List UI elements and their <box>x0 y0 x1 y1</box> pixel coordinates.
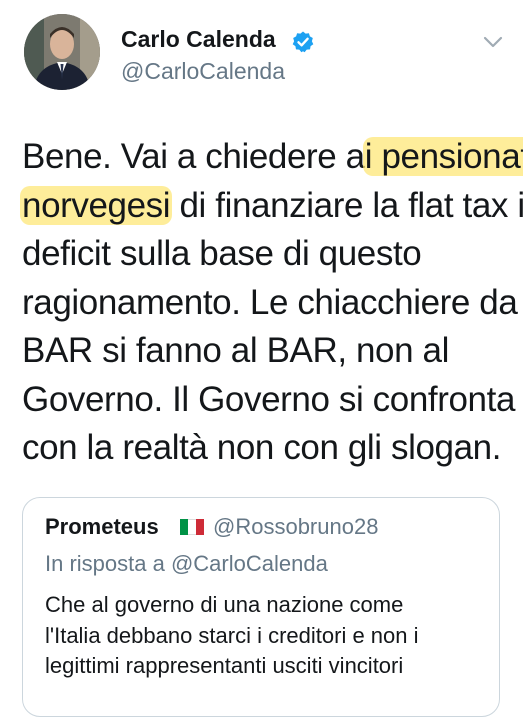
quoted-author-handle: @Rossobruno28 <box>213 514 379 539</box>
quoted-tweet[interactable]: Prometeus @Rossobruno28 In risposta a @C… <box>22 497 500 717</box>
avatar[interactable] <box>24 14 100 90</box>
tweet-text: Bene. Vai a chiedere ai pensionati norve… <box>20 133 523 473</box>
quoted-line: l'Italia debbano starci i creditori e no… <box>45 622 419 648</box>
verified-badge-icon <box>292 31 314 53</box>
quoted-tweet-text: Che al governo di una nazione come l'Ita… <box>45 590 485 682</box>
quoted-author-name: Prometeus <box>45 514 159 539</box>
highlighted-text: i pensionati <box>362 137 523 176</box>
avatar-photo <box>24 14 100 90</box>
tweet-line: BAR si fanno al BAR, non al <box>22 331 449 370</box>
tweet-header: Carlo Calenda @CarloCalenda <box>0 0 523 110</box>
tweet-line: deficit sulla base di questo <box>22 234 422 273</box>
chevron-down-icon[interactable] <box>482 34 504 50</box>
highlighted-text: norvegesi <box>20 185 173 225</box>
tweet-line: Bene. Vai a chiedere ai pensionati <box>22 133 523 182</box>
quoted-line: legittimi rappresentanti usciti vincitor… <box>45 653 404 678</box>
author-name[interactable]: Carlo Calenda <box>121 26 276 53</box>
tweet-line: ragionamento. Le chiacchiere da <box>22 282 518 322</box>
author-handle[interactable]: @CarloCalenda <box>121 58 285 85</box>
quoted-line: Che al governo di una nazione come <box>45 592 404 617</box>
tweet-line: norvegesi di finanziare la flat tax in <box>20 185 523 225</box>
reply-to-label: In risposta a @CarloCalenda <box>45 551 328 576</box>
tweet-line: Governo. Il Governo si confronta <box>22 379 516 419</box>
tweet-line: con la realtà non con gli slogan. <box>22 428 502 467</box>
italy-flag-icon <box>180 519 204 535</box>
